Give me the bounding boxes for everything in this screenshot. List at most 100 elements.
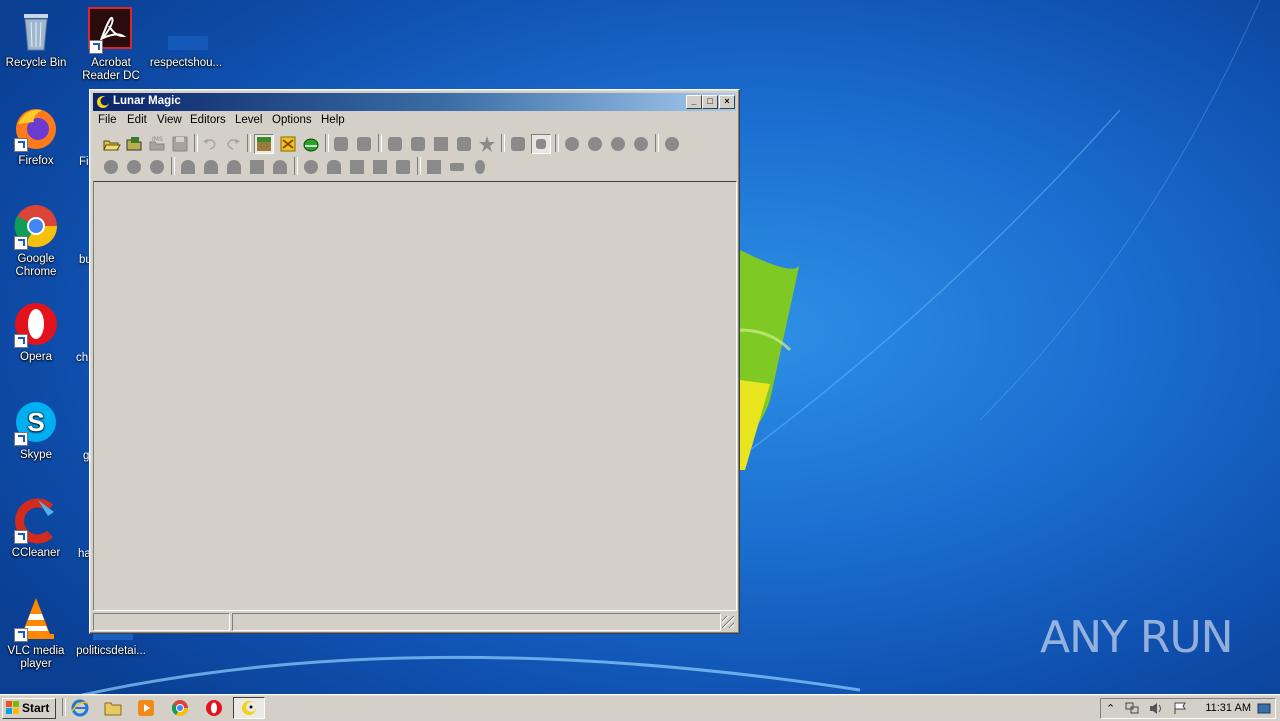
tool-button[interactable] xyxy=(431,134,451,154)
svg-text:IMS: IMS xyxy=(152,136,163,143)
menu-level[interactable]: Level xyxy=(235,114,263,126)
file-icon xyxy=(162,6,210,54)
show-hidden-icons-icon[interactable]: ⌃ xyxy=(1106,702,1120,715)
desktop-icon-label: politicsdetai... xyxy=(76,645,146,657)
star-tool-button[interactable] xyxy=(477,134,497,154)
tool-button[interactable] xyxy=(324,157,344,177)
desktop-icon-respectshou[interactable]: respectshou... xyxy=(148,6,224,70)
folder-icon[interactable] xyxy=(104,699,122,717)
tool-button[interactable] xyxy=(393,157,413,177)
tool-button[interactable] xyxy=(470,157,490,177)
tool-icon xyxy=(181,160,195,174)
tool-button[interactable] xyxy=(178,157,198,177)
desktop-icon-label: respectshou... xyxy=(149,57,223,69)
menu-file[interactable]: File xyxy=(98,114,117,126)
opera-icon[interactable] xyxy=(205,699,223,717)
desktop-icon-label: VLC media player xyxy=(7,645,65,670)
resize-grip[interactable] xyxy=(722,616,734,628)
tool-button[interactable] xyxy=(124,157,144,177)
taskbar-button-lunar-magic[interactable] xyxy=(233,697,265,719)
desktop-icon-label: Opera xyxy=(20,351,52,363)
tool-button[interactable] xyxy=(101,157,121,177)
tool-button[interactable] xyxy=(447,157,467,177)
close-button[interactable]: × xyxy=(719,95,735,109)
tool-icon xyxy=(457,137,471,151)
open-rom-button[interactable] xyxy=(101,134,121,154)
media-player-icon[interactable] xyxy=(137,699,155,717)
tool-button[interactable] xyxy=(331,134,351,154)
tool-button[interactable] xyxy=(608,134,628,154)
menu-edit[interactable]: Edit xyxy=(127,114,147,126)
chrome-icon[interactable] xyxy=(171,699,189,717)
show-desktop-icon[interactable] xyxy=(1257,702,1271,715)
desktop-icon-vlc[interactable]: VLC media player xyxy=(0,594,74,671)
tool-icon xyxy=(427,160,441,174)
sprite-icon xyxy=(280,136,296,152)
desktop-icon-ccleaner[interactable]: CCleaner xyxy=(0,496,74,560)
tool-button[interactable] xyxy=(354,134,374,154)
minimize-button[interactable]: _ xyxy=(686,95,702,109)
tool-icon xyxy=(634,137,648,151)
tool-button[interactable] xyxy=(147,157,167,177)
undo-button[interactable] xyxy=(200,134,220,154)
tool-button[interactable] xyxy=(408,134,428,154)
desktop-icon-recycle-bin[interactable]: Recycle Bin xyxy=(0,6,74,70)
level-editor-area[interactable] xyxy=(93,181,737,611)
volume-icon[interactable] xyxy=(1149,702,1163,715)
tool-button[interactable] xyxy=(585,134,605,154)
tool-button[interactable] xyxy=(270,157,290,177)
desktop-icon-firefox[interactable]: Firefox xyxy=(0,104,74,168)
desktop-icon-label: Skype xyxy=(20,449,52,461)
menu-bar: File Edit View Editors Level Options Hel… xyxy=(93,112,736,130)
open-ims-button[interactable]: IMS xyxy=(147,134,167,154)
edit-exits-button[interactable] xyxy=(301,134,321,154)
internet-explorer-icon[interactable] xyxy=(71,699,89,717)
menu-view[interactable]: View xyxy=(157,114,182,126)
tool-icon xyxy=(588,137,602,151)
tool-button[interactable] xyxy=(301,157,321,177)
action-center-flag-icon[interactable] xyxy=(1173,702,1187,715)
menu-help[interactable]: Help xyxy=(321,114,345,126)
toolbar-separator xyxy=(655,134,659,152)
firefox-icon xyxy=(12,104,60,152)
desktop-icon-chrome[interactable]: Google Chrome xyxy=(0,202,74,279)
tool-button[interactable] xyxy=(562,134,582,154)
maximize-button[interactable]: □ xyxy=(702,95,718,109)
tool-button[interactable] xyxy=(247,157,267,177)
taskbar-separator xyxy=(62,698,66,716)
tool-button[interactable] xyxy=(631,134,651,154)
desktop-partial-label: ch xyxy=(76,352,89,364)
redo-button[interactable] xyxy=(223,134,243,154)
tool-button[interactable] xyxy=(201,157,221,177)
desktop-icon-skype[interactable]: S Skype xyxy=(0,398,74,462)
desktop-icon-acrobat[interactable]: Acrobat Reader DC xyxy=(73,6,149,83)
tool-button[interactable] xyxy=(424,157,444,177)
menu-options[interactable]: Options xyxy=(272,114,312,126)
network-icon[interactable] xyxy=(1125,702,1139,715)
tool-button[interactable] xyxy=(508,134,528,154)
open-level-button[interactable] xyxy=(124,134,144,154)
edit-sprites-button[interactable] xyxy=(278,134,298,154)
edit-layer1-button[interactable] xyxy=(254,134,274,154)
lunar-magic-window[interactable]: Lunar Magic _ □ × File Edit View Editors… xyxy=(89,89,740,634)
window-titlebar[interactable]: Lunar Magic _ □ × xyxy=(93,93,736,111)
tool-button[interactable] xyxy=(224,157,244,177)
tool-button[interactable] xyxy=(662,134,682,154)
start-button[interactable]: Start xyxy=(2,698,56,719)
menu-editors[interactable]: Editors xyxy=(190,114,226,126)
tool-button[interactable] xyxy=(347,157,367,177)
tool-button[interactable] xyxy=(454,134,474,154)
taskbar: Start ⌃ 11:31 AM xyxy=(0,694,1280,721)
toolbar-separator xyxy=(501,134,505,152)
desktop-icon-label: Firefox xyxy=(18,155,54,167)
save-button[interactable] xyxy=(170,134,190,154)
toolbar-separator xyxy=(247,134,251,152)
watermark: ANY RUN xyxy=(1040,612,1234,663)
tool-button[interactable] xyxy=(370,157,390,177)
desktop-icon-opera[interactable]: Opera xyxy=(0,300,74,364)
tool-button[interactable] xyxy=(385,134,405,154)
tool-button-selected[interactable] xyxy=(531,134,551,154)
desktop-icon-label: Acrobat Reader DC xyxy=(82,57,140,82)
clock[interactable]: 11:31 AM xyxy=(1205,702,1251,714)
tool-icon xyxy=(536,139,546,149)
